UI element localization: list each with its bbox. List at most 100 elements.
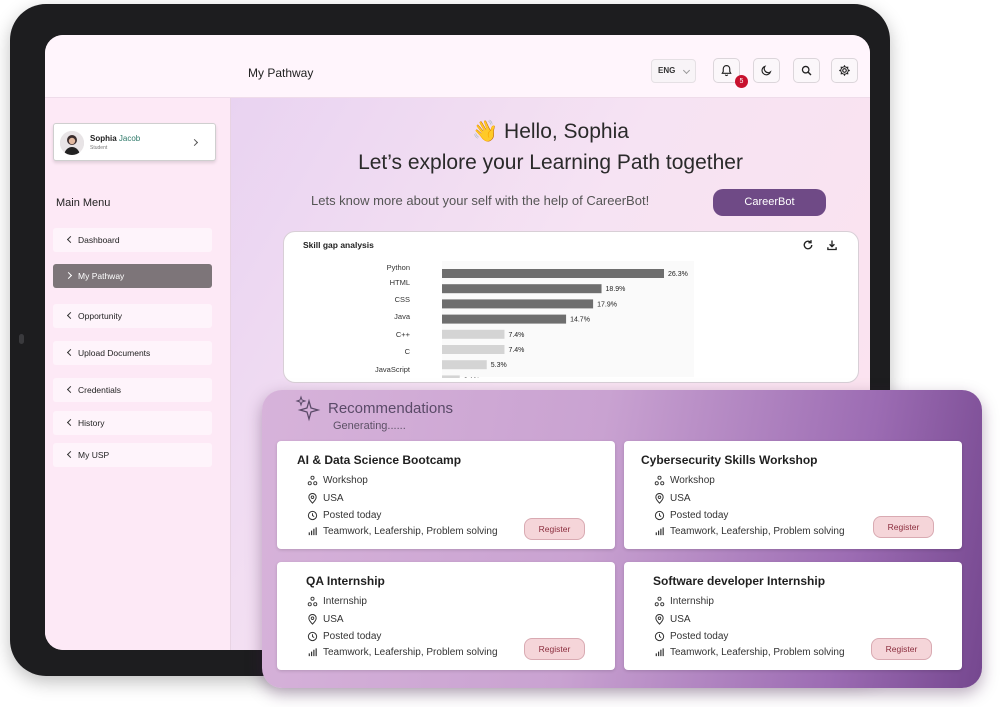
category-icon [654, 475, 665, 486]
bar [442, 299, 594, 309]
location-pin-icon [655, 493, 664, 504]
sidebar-item-history[interactable]: History [53, 411, 212, 435]
bar [442, 375, 460, 378]
bar [442, 345, 505, 354]
card-location: USA [670, 614, 691, 625]
category-label: HTML [390, 278, 410, 287]
skill-gap-chart: Python HTML CSS Java C++ C JavaScript 26.3% 18.9… [375, 261, 694, 378]
sidebar-item-dashboard[interactable]: Dashboard [53, 228, 212, 252]
page-title: My Pathway [248, 66, 314, 80]
register-button[interactable]: Register [524, 518, 585, 540]
category-icon [654, 596, 665, 607]
card-location: USA [670, 493, 691, 504]
profile-name: Sophia Jacob [90, 134, 140, 143]
search-button[interactable] [793, 58, 820, 83]
card-posted: Posted today [670, 510, 729, 521]
card-skills: Teamwork, Leafership, Problem solving [323, 647, 498, 658]
recommendations-status: Generating...... [333, 420, 406, 432]
card-title: QA Internship [306, 574, 385, 588]
chevron-down-icon [682, 66, 691, 75]
bar [442, 284, 602, 294]
sidebar-item-my-pathway[interactable]: My Pathway [53, 264, 212, 288]
recommendation-card: QA Internship Internship USA Posted today Te… [277, 562, 615, 670]
skills-bars-icon [655, 648, 664, 657]
card-type: Workshop [670, 475, 715, 486]
profile-first-name: Sophia [90, 134, 117, 143]
sidebar-item-opportunity[interactable]: Opportunity [53, 304, 212, 328]
card-posted: Posted today [323, 510, 382, 521]
notification-badge: 5 [735, 75, 748, 88]
skills-bars-icon [308, 648, 317, 657]
card-title: AI & Data Science Bootcamp [297, 453, 462, 467]
chart-title: Skill gap analysis [303, 240, 374, 250]
download-icon[interactable] [826, 239, 838, 251]
category-label: Python [387, 263, 410, 272]
settings-button[interactable] [831, 58, 858, 83]
avatar [60, 131, 84, 155]
refresh-icon[interactable] [802, 239, 814, 251]
data-label: 5.3% [491, 362, 507, 369]
data-label: 2.1% [464, 377, 480, 378]
card-type: Workshop [323, 475, 368, 486]
clock-icon [307, 631, 318, 642]
card-location: USA [323, 614, 344, 625]
skills-bars-icon [308, 527, 317, 536]
chevron-right-icon [190, 138, 199, 147]
bell-icon [721, 65, 732, 77]
sidebar: Sophia Jacob Student Main Menu Dashboard… [45, 98, 231, 650]
location-pin-icon [308, 614, 317, 625]
data-label: 17.9% [597, 301, 617, 308]
recommendation-card: Software developer Internship Internship U… [624, 562, 962, 670]
greeting: 👋 Hello, Sophia [472, 120, 629, 143]
location-pin-icon [308, 493, 317, 504]
category-label: CSS [395, 295, 410, 304]
stage: My Pathway ENG 5 Sophia Jacob Student Ma… [0, 0, 1000, 707]
gear-icon [839, 65, 850, 76]
recommendation-card: Cybersecurity Skills Workshop Workshop USA… [624, 441, 962, 549]
register-button[interactable]: Register [873, 516, 934, 538]
sidebar-item-my-usp[interactable]: My USP [53, 443, 212, 467]
clock-icon [654, 631, 665, 642]
register-button[interactable]: Register [871, 638, 932, 660]
recommendation-card: AI & Data Science Bootcamp Workshop USA Pos… [277, 441, 615, 549]
card-skills: Teamwork, Leafership, Problem solving [670, 647, 845, 658]
recommendations-title: Recommendations [328, 400, 454, 417]
language-select[interactable]: ENG [651, 59, 696, 83]
category-icon [307, 596, 318, 607]
register-button[interactable]: Register [524, 638, 585, 660]
card-posted: Posted today [670, 631, 729, 642]
skills-bars-icon [655, 527, 664, 536]
data-label: 7.4% [508, 332, 524, 339]
data-label: 26.3% [668, 271, 688, 278]
bar [442, 314, 567, 324]
sidebar-item-upload-documents[interactable]: Upload Documents [53, 341, 212, 365]
tablet-camera [19, 334, 24, 344]
location-pin-icon [655, 614, 664, 625]
category-label: C++ [396, 330, 411, 339]
clock-icon [307, 510, 318, 521]
data-label: 7.4% [508, 347, 524, 354]
card-title: Software developer Internship [653, 574, 826, 588]
careerbot-button[interactable]: CareerBot [713, 189, 826, 216]
dark-mode-button[interactable] [753, 58, 780, 83]
clock-icon [654, 510, 665, 521]
card-type: Internship [670, 596, 714, 607]
avatar-image [60, 131, 84, 155]
card-type: Internship [323, 596, 367, 607]
category-icon [307, 475, 318, 486]
search-icon [801, 65, 812, 76]
subheading: Let’s explore your Learning Path togethe… [358, 151, 743, 174]
skill-gap-card: Skill gap analysis Python HTML CSS Java C++ C… [283, 231, 859, 383]
language-value: ENG [658, 66, 676, 75]
profile-last-name: Jacob [118, 134, 141, 143]
profile-card[interactable]: Sophia Jacob Student [53, 123, 216, 161]
sparkle-icon [295, 395, 321, 422]
card-skills: Teamwork, Leafership, Problem solving [670, 526, 845, 537]
main-menu-title: Main Menu [56, 197, 111, 209]
sidebar-item-credentials[interactable]: Credentials [53, 378, 212, 402]
card-skills: Teamwork, Leafership, Problem solving [323, 526, 498, 537]
bar [442, 329, 505, 339]
card-posted: Posted today [323, 631, 382, 642]
category-label: JavaScript [375, 365, 411, 374]
bar [442, 360, 487, 370]
